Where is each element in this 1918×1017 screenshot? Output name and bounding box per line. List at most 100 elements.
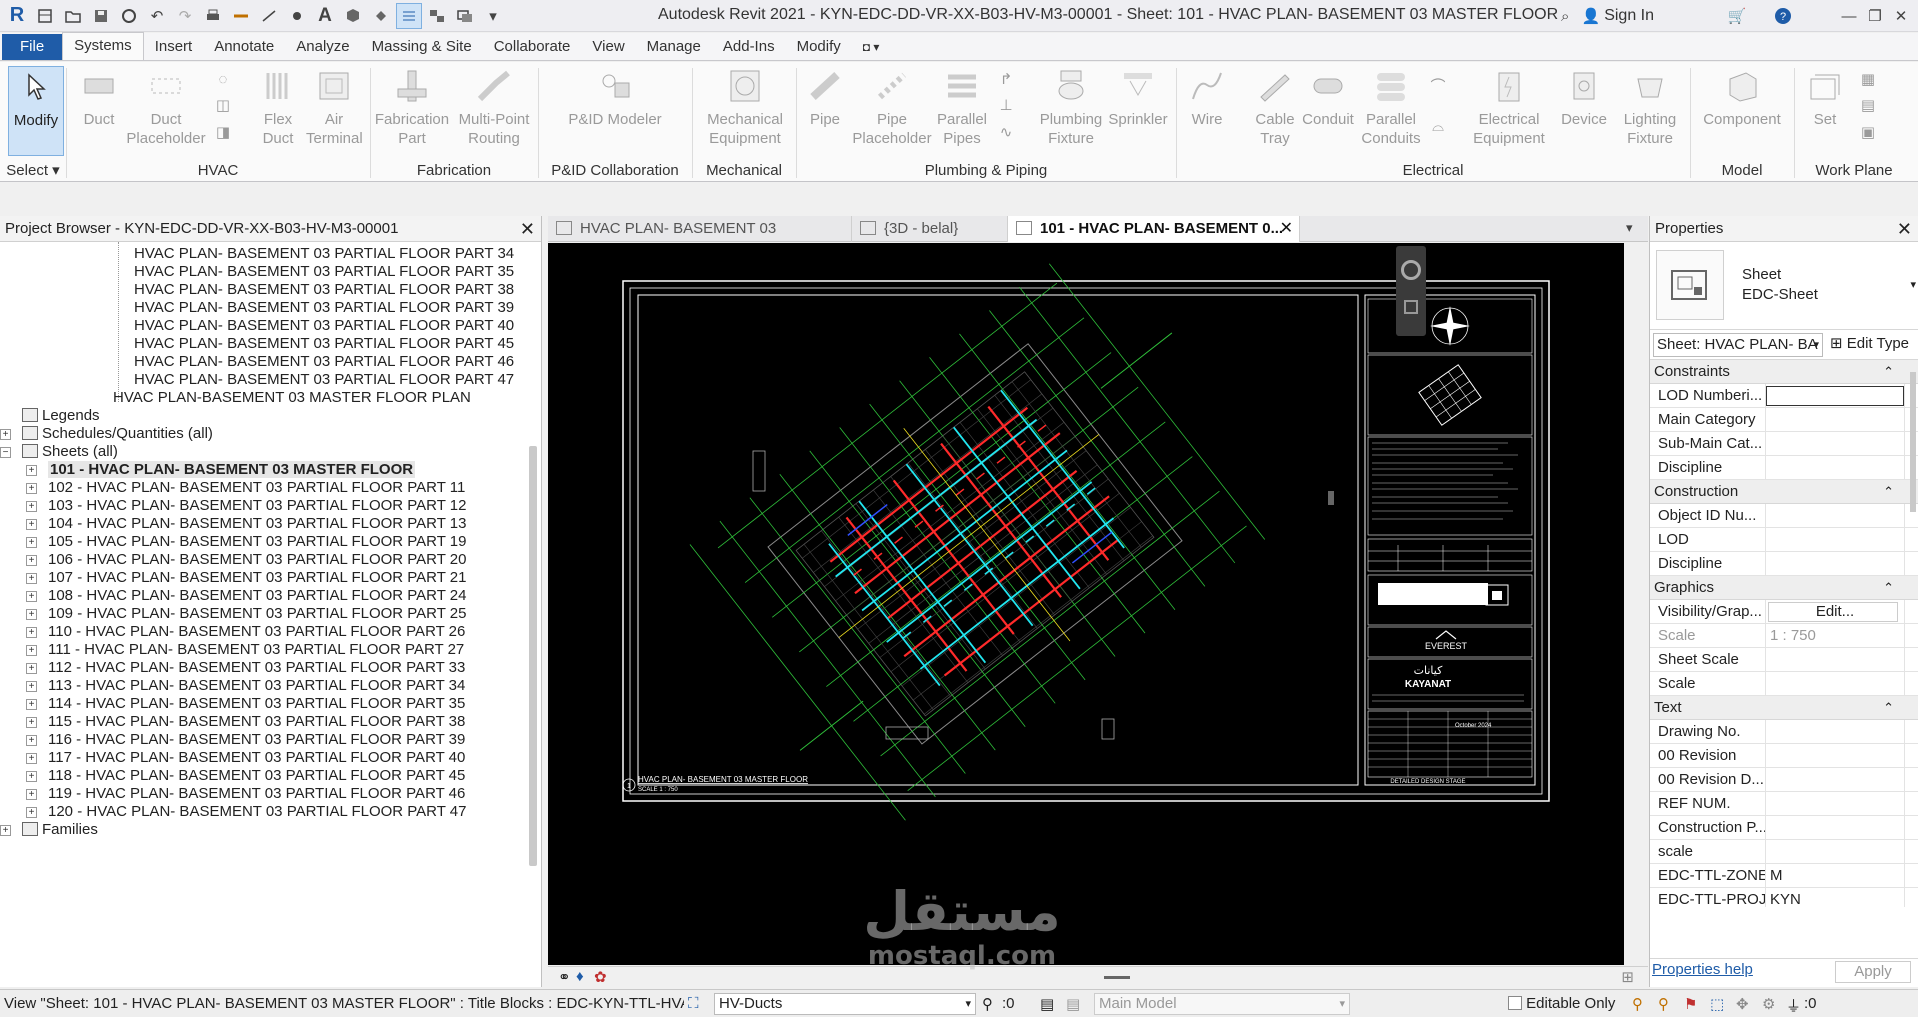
lighting-fixture-button[interactable]: Lighting Fixture <box>1614 66 1686 148</box>
pipe-placeholder-button[interactable]: Pipe Placeholder <box>852 66 932 148</box>
fabrication-part-button[interactable]: Fabrication Part <box>372 66 452 148</box>
sign-in-link[interactable]: Sign In <box>1604 7 1654 25</box>
section-icon[interactable] <box>368 3 394 29</box>
property-value[interactable] <box>1766 816 1904 839</box>
collapse-icon[interactable]: ⌃ <box>1883 576 1894 600</box>
select-by-face-icon[interactable]: ⬚ <box>1710 995 1724 1013</box>
tag-icon[interactable] <box>284 3 310 29</box>
parameter-association-icon[interactable] <box>1904 792 1918 815</box>
parameter-association-icon[interactable] <box>1904 600 1918 623</box>
panel-electrical[interactable]: Electrical <box>1176 160 1690 182</box>
customize-qat-icon[interactable]: ▾ <box>480 3 506 29</box>
print-icon[interactable] <box>200 3 226 29</box>
plumbing-fixture-button[interactable]: Plumbing Fixture <box>1034 66 1108 148</box>
property-value[interactable]: 1 : 750 <box>1766 624 1904 647</box>
filter-icon[interactable]: ⏚ <box>1786 995 1801 1016</box>
minimize-button[interactable]: — <box>1836 3 1862 29</box>
3d-view-icon[interactable] <box>340 3 366 29</box>
reveal-hidden-icon[interactable]: ✿ <box>594 968 607 986</box>
panel-model[interactable]: Model <box>1690 160 1794 182</box>
air-terminal-button[interactable]: Air Terminal <box>306 66 363 148</box>
property-value[interactable] <box>1766 744 1904 767</box>
property-group-constraints[interactable]: Constraints ⌃ <box>1650 360 1918 384</box>
tree-expander-icon[interactable]: + <box>26 609 37 620</box>
parameter-association-icon[interactable] <box>1904 528 1918 551</box>
tree-expander-icon[interactable]: + <box>26 519 37 530</box>
edit-type-button[interactable]: ⊞ Edit Type <box>1830 334 1909 352</box>
apply-button[interactable]: Apply <box>1835 961 1911 983</box>
tree-expander-icon[interactable]: + <box>26 555 37 566</box>
user-icon[interactable]: 👤 <box>1578 3 1604 29</box>
component-button[interactable]: Component <box>1700 66 1784 129</box>
set-workplane-button[interactable]: Set <box>1800 66 1850 129</box>
parameter-association-icon[interactable] <box>1904 768 1918 791</box>
view-tab[interactable]: {3D - belal} <box>852 216 1008 242</box>
revit-logo-icon[interactable]: R <box>4 3 30 29</box>
panel-mechanical[interactable]: Mechanical <box>692 160 796 182</box>
maximize-button[interactable]: ❐ <box>1862 3 1888 29</box>
panel-fabrication[interactable]: Fabrication <box>370 160 538 182</box>
switch-windows-icon[interactable] <box>452 3 478 29</box>
ribbon-tab-analyze[interactable]: Analyze <box>285 34 360 60</box>
cart-icon[interactable]: 🛒 <box>1724 3 1750 29</box>
wire-button[interactable]: Wire <box>1182 66 1232 129</box>
tree-expander-icon[interactable]: + <box>26 483 37 494</box>
ribbon-tab-manage[interactable]: Manage <box>636 34 712 60</box>
tree-expander-icon[interactable]: + <box>26 591 37 602</box>
property-value[interactable] <box>1766 432 1904 455</box>
steering-wheel-icon[interactable] <box>1401 260 1421 280</box>
tree-expander-icon[interactable]: + <box>26 573 37 584</box>
save-icon[interactable] <box>88 3 114 29</box>
property-value[interactable] <box>1766 528 1904 551</box>
parameter-association-icon[interactable] <box>1904 864 1918 887</box>
horizontal-scrollbar-marker[interactable] <box>1328 491 1334 505</box>
parallel-pipes-button[interactable]: Parallel Pipes <box>932 66 992 148</box>
main-model-dropdown[interactable]: Main Model ▾ <box>1094 993 1350 1015</box>
device-button[interactable]: Device <box>1556 66 1612 129</box>
duct-placeholder-button[interactable]: Duct Placeholder <box>126 66 206 148</box>
tree-expander-icon[interactable]: + <box>0 429 11 440</box>
parameter-association-icon[interactable] <box>1904 816 1918 839</box>
help-icon[interactable]: ? <box>1770 3 1796 29</box>
sheet-item[interactable]: 120 - HVAC PLAN- BASEMENT 03 PARTIAL FLO… <box>48 801 466 823</box>
tree-expander-icon[interactable]: + <box>26 681 37 692</box>
tree-expander-icon[interactable]: + <box>26 663 37 674</box>
tree-expander-icon[interactable]: + <box>26 771 37 782</box>
property-value[interactable] <box>1766 768 1904 791</box>
collapse-icon[interactable]: ⌃ <box>1883 480 1894 504</box>
tree-families[interactable]: Families <box>22 819 98 841</box>
editable-only-checkbox[interactable]: Editable Only <box>1508 995 1615 1012</box>
property-group-construction[interactable]: Construction ⌃ <box>1650 480 1918 504</box>
property-value[interactable] <box>1766 456 1904 479</box>
collapse-icon[interactable]: ⌃ <box>1883 360 1894 384</box>
collapse-icon[interactable]: ⌃ <box>1883 696 1894 720</box>
pipe-button[interactable]: Pipe <box>800 66 850 129</box>
property-value[interactable] <box>1766 792 1904 815</box>
tree-expander-icon[interactable]: + <box>26 465 37 476</box>
workplane-tools-buttons[interactable]: ▦ ▤ ▣ <box>1856 66 1880 146</box>
parameter-association-icon[interactable] <box>1904 720 1918 743</box>
property-value[interactable] <box>1766 648 1904 671</box>
select-pinned-icon[interactable]: ⚑ <box>1684 995 1697 1013</box>
ribbon-tab-systems[interactable]: Systems <box>62 32 144 60</box>
select-links-icon[interactable]: ⚲ <box>1632 995 1643 1013</box>
parallel-conduits-button[interactable]: Parallel Conduits <box>1354 66 1428 148</box>
text-icon[interactable]: A <box>312 3 338 29</box>
ribbon-tab-insert[interactable]: Insert <box>144 34 204 60</box>
panel-plumbing[interactable]: Plumbing & Piping <box>796 160 1176 182</box>
panel-pid[interactable]: P&ID Collaboration <box>538 160 692 182</box>
floor-plan-view-item[interactable]: HVAC PLAN-BASEMENT 03 MASTER FLOOR PLAN <box>113 387 471 409</box>
tree-expander-icon[interactable]: + <box>26 645 37 656</box>
tree-expander-icon[interactable]: + <box>26 699 37 710</box>
temporary-hide-icon[interactable]: ♦ <box>576 968 584 985</box>
ribbon-tab-modify[interactable]: Modify <box>786 34 852 60</box>
tree-expander-icon[interactable]: + <box>26 735 37 746</box>
property-value[interactable] <box>1766 386 1904 406</box>
tree-expander-icon[interactable]: + <box>26 501 37 512</box>
type-dropdown-icon[interactable]: ▾ <box>1910 278 1916 291</box>
property-value[interactable]: M <box>1766 864 1904 887</box>
tree-expander-icon[interactable]: + <box>0 825 11 836</box>
property-value[interactable]: Edit... <box>1768 602 1898 622</box>
align-dimension-icon[interactable] <box>256 3 282 29</box>
conduit-fitting-buttons[interactable]: ⌒ ⌓ <box>1426 66 1450 146</box>
